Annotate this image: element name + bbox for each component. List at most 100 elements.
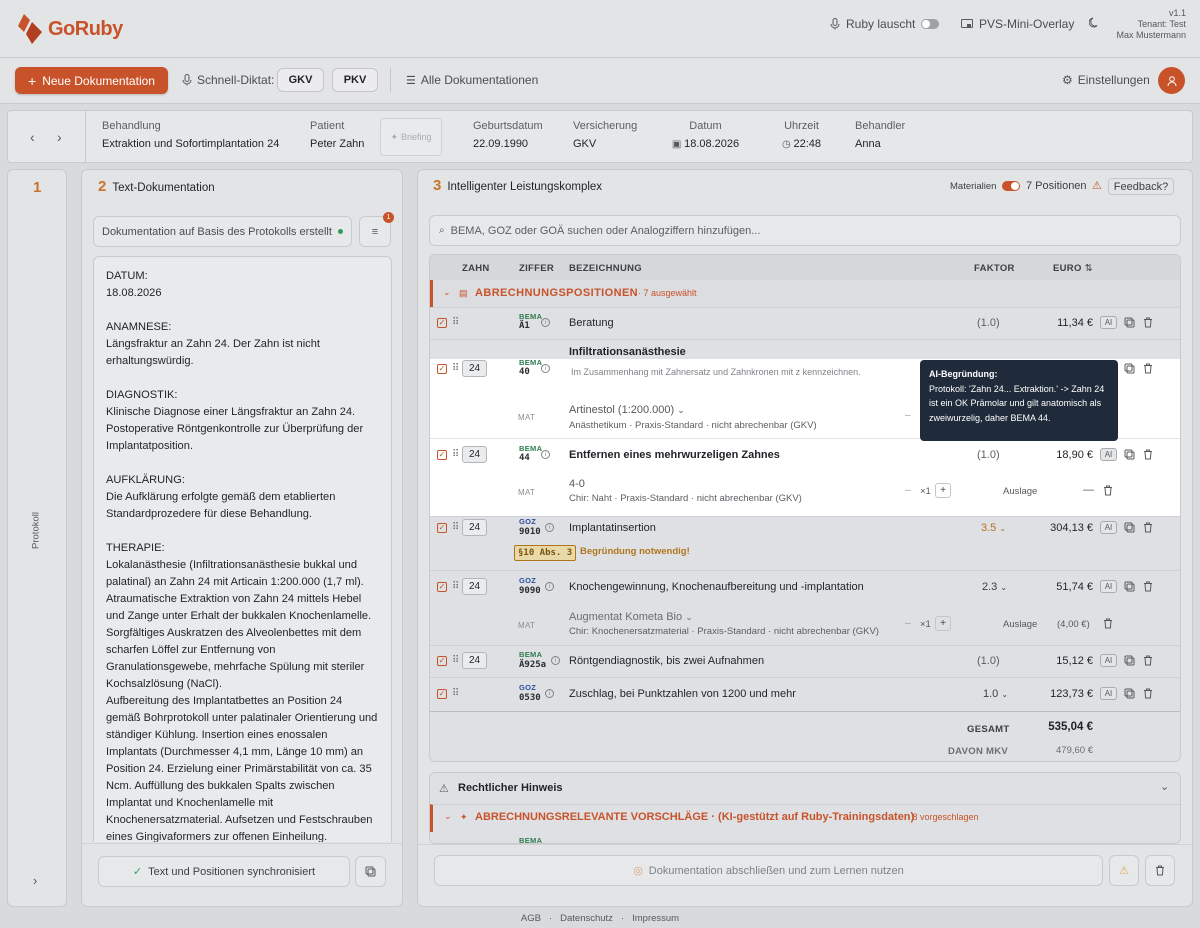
- minus-icon[interactable]: –: [905, 410, 911, 421]
- all-documentations-link[interactable]: ☰ Alle Dokumentationen: [406, 73, 538, 87]
- trash-icon[interactable]: [1103, 618, 1114, 629]
- warning-button[interactable]: ⚠: [1109, 855, 1139, 886]
- row-checkbox[interactable]: ✓: [437, 523, 447, 533]
- info-icon[interactable]: i: [545, 582, 554, 591]
- row-checkbox[interactable]: ✓: [437, 582, 447, 592]
- patient-label: Patient: [310, 120, 345, 132]
- trash-icon[interactable]: [1143, 522, 1154, 533]
- plus-icon[interactable]: +: [935, 483, 951, 498]
- info-icon[interactable]: i: [545, 689, 554, 698]
- next-arrow-icon[interactable]: ›: [57, 129, 62, 145]
- copy-icon[interactable]: [1124, 449, 1135, 460]
- ruby-listening-toggle[interactable]: Ruby lauscht: [830, 17, 940, 31]
- avatar[interactable]: [1158, 67, 1185, 94]
- tooth-badge[interactable]: 24: [462, 519, 487, 536]
- justification-warning[interactable]: Begründung notwendig!: [580, 546, 690, 557]
- pvs-overlay-button[interactable]: PVS-Mini-Overlay: [961, 17, 1074, 31]
- drag-handle-icon[interactable]: ⠿: [452, 655, 459, 666]
- materials-toggle[interactable]: [1002, 181, 1020, 191]
- finish-documentation-button[interactable]: ◎ Dokumentation abschließen und zum Lern…: [434, 855, 1103, 886]
- tooltip-title: AI-Begründung:: [929, 369, 998, 379]
- suggestions-header[interactable]: ⌄ ✦ ABRECHNUNGSRELEVANTE VORSCHLÄGE · (K…: [430, 804, 1180, 832]
- agb-link[interactable]: AGB: [521, 913, 541, 924]
- col-header-euro[interactable]: EURO ⇅: [1053, 263, 1093, 274]
- chevron-down-icon[interactable]: ⌄: [1160, 780, 1169, 793]
- code-search-input[interactable]: ⌕ BEMA, GOZ oder GOÄ suchen oder Analogz…: [429, 215, 1181, 246]
- factor-select[interactable]: 1.0 ⌄: [983, 688, 1008, 700]
- copy-icon[interactable]: [1124, 655, 1135, 666]
- row-checkbox[interactable]: ✓: [437, 364, 447, 374]
- sync-status-button[interactable]: ✓ Text und Positionen synchronisiert: [98, 856, 350, 887]
- row-checkbox[interactable]: ✓: [437, 656, 447, 666]
- impressum-link[interactable]: Impressum: [632, 913, 679, 924]
- copy-icon[interactable]: [1124, 688, 1135, 699]
- ai-button[interactable]: AI: [1100, 316, 1117, 329]
- briefing-button[interactable]: ✦ Briefing: [380, 118, 442, 156]
- filter-icon: ≡: [371, 225, 379, 238]
- trash-icon[interactable]: [1143, 688, 1154, 699]
- info-icon[interactable]: i: [545, 523, 554, 532]
- material-label: MAT: [518, 488, 536, 497]
- trash-icon[interactable]: [1143, 449, 1154, 460]
- drag-handle-icon[interactable]: ⠿: [452, 363, 459, 374]
- tooth-badge[interactable]: 24: [462, 446, 487, 463]
- protokoll-column[interactable]: 1 Protokoll ›: [7, 169, 67, 907]
- filter-button[interactable]: ≡ 1: [359, 212, 394, 247]
- paragraph-tag[interactable]: §10 Abs. 3: [514, 545, 577, 561]
- expand-chevron-icon[interactable]: ›: [33, 873, 37, 888]
- ruby-listening-switch[interactable]: [921, 19, 940, 29]
- info-icon[interactable]: i: [541, 364, 550, 373]
- delete-documentation-button[interactable]: [1145, 855, 1175, 886]
- factor-select[interactable]: 2.3 ⌄: [982, 581, 1007, 593]
- ai-button[interactable]: AI: [1100, 687, 1117, 700]
- plus-icon[interactable]: +: [935, 616, 951, 631]
- copy-icon[interactable]: [1124, 363, 1135, 374]
- row-checkbox[interactable]: ✓: [437, 689, 447, 699]
- trash-icon[interactable]: [1143, 317, 1154, 328]
- material-name[interactable]: Augmentat Kometa Bio ⌄: [569, 611, 693, 623]
- pkv-dictation-button[interactable]: PKV: [332, 68, 378, 92]
- ai-button[interactable]: AI: [1100, 654, 1117, 667]
- status-dot-icon: [337, 229, 343, 234]
- trash-icon[interactable]: [1143, 655, 1154, 666]
- trash-icon[interactable]: [1103, 485, 1114, 496]
- gkv-dictation-button[interactable]: GKV: [277, 68, 324, 92]
- documentation-text-area[interactable]: DATUM: 18.08.2026 ANAMNESE: Längsfraktur…: [93, 256, 392, 842]
- legal-notice-title[interactable]: Rechtlicher Hinweis: [458, 782, 563, 794]
- ai-button[interactable]: AI: [1100, 521, 1117, 534]
- drag-handle-icon[interactable]: ⠿: [452, 449, 459, 460]
- drag-handle-icon[interactable]: ⠿: [452, 688, 459, 699]
- ai-button[interactable]: AI: [1100, 580, 1117, 593]
- info-icon[interactable]: i: [541, 318, 550, 327]
- drag-handle-icon[interactable]: ⠿: [452, 581, 459, 592]
- tooth-badge[interactable]: 24: [462, 578, 487, 595]
- trash-icon[interactable]: [1143, 581, 1154, 592]
- datenschutz-link[interactable]: Datenschutz: [560, 913, 613, 924]
- drag-handle-icon[interactable]: ⠿: [452, 522, 459, 533]
- theme-toggle[interactable]: [1089, 17, 1100, 28]
- tooth-badge[interactable]: 24: [462, 652, 487, 669]
- copy-icon[interactable]: [1124, 317, 1135, 328]
- minus-icon[interactable]: –: [905, 618, 911, 629]
- info-icon[interactable]: i: [541, 450, 550, 459]
- new-documentation-button[interactable]: + Neue Dokumentation: [15, 67, 168, 94]
- warning-icon[interactable]: ⚠: [1092, 179, 1102, 192]
- settings-button[interactable]: ⚙ Einstellungen: [1062, 73, 1150, 87]
- trash-icon[interactable]: [1143, 363, 1154, 374]
- prev-arrow-icon[interactable]: ‹: [30, 129, 35, 145]
- drag-handle-icon[interactable]: ⠿: [452, 317, 459, 328]
- row-checkbox[interactable]: ✓: [437, 318, 447, 328]
- feedback-button[interactable]: Feedback?: [1108, 178, 1174, 195]
- copy-text-button[interactable]: [355, 856, 386, 887]
- ai-button[interactable]: AI: [1100, 448, 1117, 461]
- logo[interactable]: GoRuby: [16, 12, 123, 46]
- documentation-source-select[interactable]: Dokumentation auf Basis des Protokolls e…: [93, 216, 352, 247]
- factor-select[interactable]: 3.5 ⌄: [981, 522, 1006, 534]
- row-checkbox[interactable]: ✓: [437, 450, 447, 460]
- copy-icon[interactable]: [1124, 581, 1135, 592]
- info-icon[interactable]: i: [551, 656, 560, 665]
- minus-icon[interactable]: –: [905, 485, 911, 496]
- tooth-badge[interactable]: 24: [462, 360, 487, 377]
- material-name[interactable]: Artinestol (1:200.000) ⌄: [569, 404, 685, 416]
- copy-icon[interactable]: [1124, 522, 1135, 533]
